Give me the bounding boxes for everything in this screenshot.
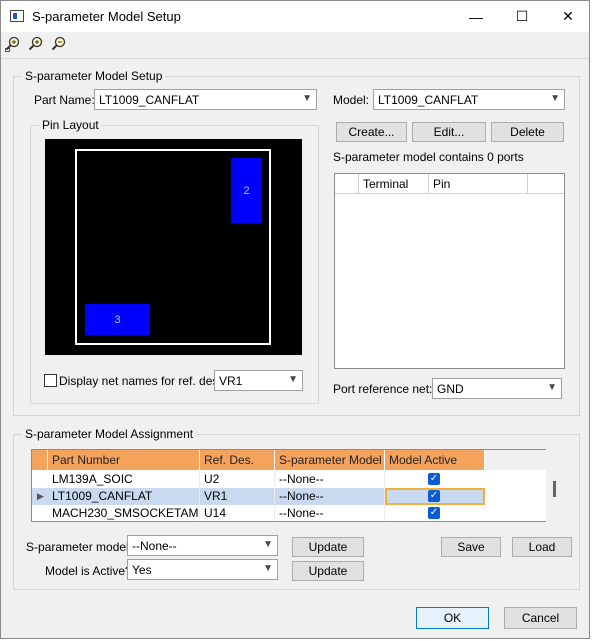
part-name-select[interactable]: LT1009_CANFLAT ▼ [94,89,317,110]
update-active-button[interactable]: Update [292,561,364,581]
model-active-checkbox[interactable]: ✓ [428,473,440,485]
chevron-down-icon: ▼ [550,93,560,104]
refdes-select[interactable]: VR1 ▼ [214,370,303,391]
port-ref-net-label: Port reference net: [333,382,433,396]
toolbar [1,32,589,59]
assignment-group-label: S-parameter Model Assignment [22,427,197,441]
chevron-down-icon: ▼ [263,539,273,550]
model-active-checkbox[interactable]: ✓ [428,490,440,502]
refdes-cell: U14 [200,505,275,521]
zoom-fit-icon[interactable] [5,36,21,52]
pin-3[interactable]: 3 [85,304,150,335]
table-row-selected[interactable]: ▶ LT1009_CANFLAT VR1 --None-- ✓ [32,488,485,505]
refdes-cell: U2 [200,471,275,488]
table-row[interactable]: LM139A_SOIC U2 --None-- ✓ [32,471,485,488]
maximize-icon: ☐ [515,8,529,24]
sparam-model-select[interactable]: --None-- ▼ [127,535,278,556]
chevron-down-icon: ▼ [302,93,312,104]
part-number-cell: MACH230_SMSOCKETAMD [48,505,200,521]
window-title: S-parameter Model Setup [32,9,181,24]
port-ref-net-value: GND [437,382,464,396]
create-button[interactable]: Create... [336,122,407,142]
port-list[interactable]: Terminal Pin [334,173,565,369]
filler-column-header [528,174,564,194]
model-active-label: Model is Active? [45,564,132,578]
part-number-column-header[interactable]: Part Number [48,450,200,470]
cancel-button[interactable]: Cancel [504,607,577,629]
zoom-out-icon[interactable] [51,36,67,52]
update-model-button[interactable]: Update [292,537,364,557]
table-scrollbar[interactable] [546,449,564,522]
close-button[interactable]: ✕ [545,1,591,32]
model-value: LT1009_CANFLAT [378,93,479,107]
model-active-column-header[interactable]: Model Active [385,450,485,470]
display-net-names-checkbox[interactable] [44,374,57,387]
model-active-checkbox[interactable]: ✓ [428,507,440,519]
ok-button[interactable]: OK [416,607,489,629]
refdes-column-header[interactable]: Ref. Des. [200,450,275,470]
part-name-value: LT1009_CANFLAT [99,93,200,107]
part-name-label: Part Name: [34,93,95,107]
minimize-icon: — [469,8,483,25]
sparam-model-cell: --None-- [275,505,385,521]
model-active-select[interactable]: Yes ▼ [127,559,278,580]
filler-column-header [485,450,546,470]
zoom-in-icon[interactable] [28,36,44,52]
save-button[interactable]: Save [441,537,501,557]
model-select[interactable]: LT1009_CANFLAT ▼ [373,89,565,110]
pin-2-label: 2 [243,184,250,197]
chevron-down-icon: ▼ [547,382,557,393]
chevron-down-icon: ▼ [263,563,273,574]
pin-column-header[interactable]: Pin [429,174,528,194]
setup-group-label: S-parameter Model Setup [22,69,166,83]
pin-layout-label: Pin Layout [39,118,102,132]
sparam-model-cell: --None-- [275,488,385,505]
sparam-model-label: S-parameter model: [26,540,133,554]
sparam-model-value: --None-- [132,539,177,553]
app-icon [10,10,24,22]
pin-2[interactable]: 2 [231,158,262,223]
maximize-button[interactable]: ☐ [499,1,545,32]
sparam-model-cell: --None-- [275,471,385,488]
edit-button[interactable]: Edit... [412,122,486,142]
terminal-column-header[interactable]: Terminal [359,174,429,194]
row-header-cell [335,174,359,194]
model-label: Model: [333,93,370,107]
close-icon: ✕ [562,8,574,24]
pin-3-label: 3 [114,313,121,326]
port-ref-net-select[interactable]: GND ▼ [432,378,562,399]
row-header-cell [32,450,48,470]
part-number-cell: LM139A_SOIC [48,471,200,488]
current-row-indicator-icon: ▶ [37,491,44,501]
part-number-cell: LT1009_CANFLAT [48,488,200,505]
title-bar[interactable]: S-parameter Model Setup — ☐ ✕ [1,1,589,32]
table-row[interactable]: MACH230_SMSOCKETAMD U14 --None-- ✓ [32,505,485,521]
delete-button[interactable]: Delete [491,122,564,142]
sparam-model-column-header[interactable]: S-parameter Model [275,450,385,470]
refdes-value: VR1 [219,374,243,388]
dialog-window: S-parameter Model Setup — ☐ ✕ S-paramete… [0,0,590,639]
chevron-down-icon: ▼ [288,374,298,385]
refdes-cell: VR1 [200,488,275,505]
display-net-names-label: Display net names for ref. des. [59,374,222,388]
minimize-button[interactable]: — [453,1,499,32]
pin-layout-view[interactable]: 2 3 [45,139,302,355]
model-active-value: Yes [132,563,152,577]
load-button[interactable]: Load [512,537,572,557]
ports-info-text: S-parameter model contains 0 ports [333,150,524,164]
assignment-table[interactable]: Part Number Ref. Des. S-parameter Model … [31,449,547,522]
scrollbar-thumb[interactable] [553,481,556,497]
